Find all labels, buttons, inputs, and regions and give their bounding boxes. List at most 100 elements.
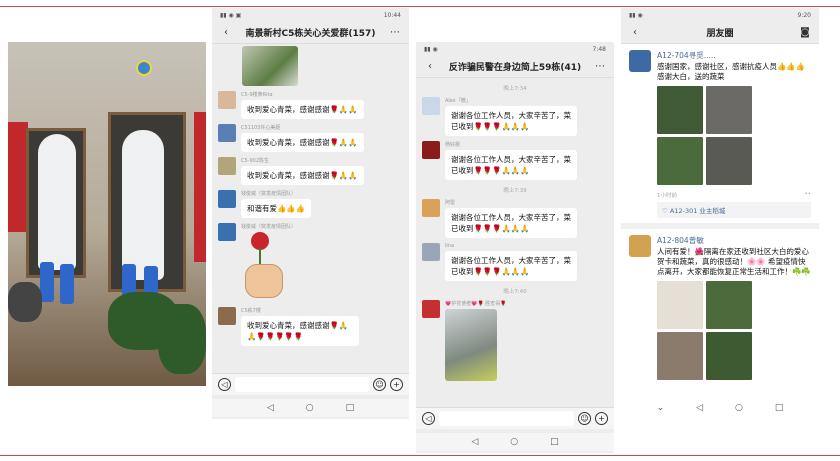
avatar[interactable] xyxy=(422,97,440,115)
camera-icon[interactable]: ◙ xyxy=(799,27,811,38)
android-nav: ⌄ ◁ ○ □ xyxy=(621,399,819,417)
message-input[interactable] xyxy=(439,411,574,426)
post-time: 1小时前 xyxy=(657,193,677,199)
photo-message[interactable] xyxy=(445,309,497,381)
nav-down-icon[interactable]: ⌄ xyxy=(657,403,665,413)
post-photo[interactable] xyxy=(657,86,703,134)
poster-name[interactable]: A12-704寻觅..... xyxy=(657,50,811,61)
sender-name: C5-9楼黄Rita xyxy=(241,92,273,98)
likes-box[interactable]: ♡ A12-301 业主稻城 xyxy=(657,202,811,218)
message-bubble[interactable]: 谢谢各位工作人员，大家辛苦了，菜已收到🌹🌹🌹🙏🙏🙏 xyxy=(445,251,577,281)
thumbs-up-icon xyxy=(245,264,283,298)
antifraud-chat-screen: ▮▮ ◉ 7:48 ‹ 反诈骗民警在身边简上59栋(41) ⋯ 晚上7:34 A… xyxy=(416,42,614,453)
avatar[interactable] xyxy=(422,141,440,159)
bottom-rule xyxy=(0,455,840,456)
emoji-icon[interactable]: ☺ xyxy=(373,378,386,391)
sender-name: C51103许心美妮 xyxy=(241,125,281,131)
message-input[interactable] xyxy=(235,377,369,392)
more-icon[interactable]: ⋯ xyxy=(594,61,606,72)
avatar[interactable] xyxy=(218,91,236,109)
back-icon[interactable]: ‹ xyxy=(424,61,436,72)
vegetable-bags xyxy=(158,304,206,374)
chat-message: C5-902陈生 收到爱心青菜，感谢感谢🌹🙏🙏 xyxy=(218,157,403,185)
avatar[interactable] xyxy=(422,199,440,217)
avatar[interactable] xyxy=(218,124,236,142)
message-bubble[interactable]: 谢谢各位工作人员，大家辛苦了，菜已收到🌹🌹🌹🙏🙏🙏 xyxy=(445,150,577,180)
post-photo[interactable] xyxy=(706,281,752,329)
post-photo[interactable] xyxy=(657,137,703,185)
post-text: 人间有爱！🌺隔离在家还收到社区大白的爱心贺卡和蔬菜，真的很感动！🌸🌸 希望疫情快… xyxy=(657,247,811,276)
post-photo xyxy=(755,281,801,329)
nav-back-icon[interactable]: ◁ xyxy=(471,437,478,447)
nav-back-icon[interactable]: ◁ xyxy=(267,403,274,413)
plus-icon[interactable]: + xyxy=(390,378,403,391)
emoji-icon[interactable]: ☺ xyxy=(578,412,591,425)
avatar[interactable] xyxy=(218,190,236,208)
poster-name[interactable]: A12-804曾敏 xyxy=(657,235,811,246)
sender-name: 💗护花使者💗🌹 胜宏哥🌹 xyxy=(445,301,507,307)
moments-title: 朋友圈 xyxy=(706,29,734,39)
status-time: 7:48 xyxy=(592,45,606,53)
nav-recent-icon[interactable]: □ xyxy=(775,403,784,413)
chat-message: 杨好晨 谢谢各位工作人员，大家辛苦了，菜已收到🌹🌹🌹🙏🙏🙏 xyxy=(422,141,608,180)
avatar[interactable] xyxy=(218,157,236,175)
avatar[interactable] xyxy=(629,50,651,72)
chat-header: ‹ 反诈骗民警在身边简上59栋(41) ⋯ xyxy=(416,56,614,78)
input-bar: ◁ ☺ + xyxy=(416,407,614,429)
post-photo[interactable] xyxy=(657,281,703,329)
voice-icon[interactable]: ◁ xyxy=(422,412,435,425)
blue-boot xyxy=(60,264,74,304)
status-time: 9:20 xyxy=(797,11,811,19)
timestamp: 晚上7:34 xyxy=(503,86,527,92)
chat-header: ‹ 南景新村C5栋关心关爱群(157) ⋯ xyxy=(212,22,409,44)
post-text: 感谢国家，感谢社区，感谢抗疫人员👍👍👍感谢大白，送的蔬菜 xyxy=(657,62,806,81)
chat-message: C5栋7楼 收到爱心青菜，感谢感谢🌹🙏🙏🌹🌹🌹🌹🌹 xyxy=(218,307,403,346)
avatar[interactable] xyxy=(422,300,440,318)
photo-grid xyxy=(657,86,811,185)
post-photo[interactable] xyxy=(706,332,752,380)
status-time: 10:44 xyxy=(383,11,401,19)
signal-icon: ▮▮ ◉ xyxy=(424,45,438,53)
timestamp: 晚上7:40 xyxy=(503,289,527,295)
nav-back-icon[interactable]: ◁ xyxy=(696,403,703,413)
input-bar: ◁ ☺ + xyxy=(212,373,409,395)
message-bubble[interactable]: 谢谢各位工作人员，大家辛苦了，菜已收到🌹🌹🌹🙏🙏🙏 xyxy=(445,208,577,238)
avatar[interactable] xyxy=(629,235,651,257)
thumbs-up-rose-sticker[interactable] xyxy=(241,232,289,302)
sender-name: C5栋7楼 xyxy=(241,308,261,314)
voice-icon[interactable]: ◁ xyxy=(218,378,231,391)
top-rule xyxy=(0,6,840,7)
post-photo[interactable] xyxy=(706,137,752,185)
message-bubble[interactable]: 收到爱心青菜，感谢感谢🌹🙏🙏 xyxy=(241,133,364,152)
message-bubble[interactable]: 和谐有爱👍👍👍 xyxy=(241,199,312,218)
sender-name: 钱俊威（突发疫情团队） xyxy=(241,224,297,230)
avatar[interactable] xyxy=(422,243,440,261)
post-photo xyxy=(755,86,801,134)
message-bubble[interactable]: 谢谢各位工作人员，大家辛苦了，菜已收到🌹🌹🌹🙏🙏🙏 xyxy=(445,106,577,136)
back-icon[interactable]: ‹ xyxy=(629,27,641,38)
moment-post: A12-704寻觅..... 感谢国家，感谢社区，感谢抗疫人员👍👍👍感谢大白，送… xyxy=(621,44,819,218)
message-bubble[interactable]: 收到爱心青菜，感谢感谢🌹🙏🙏 xyxy=(241,166,364,185)
nav-recent-icon[interactable]: □ xyxy=(550,437,559,447)
message-bubble[interactable]: 收到爱心青菜，感谢感谢🌹🙏🙏 xyxy=(241,100,364,119)
red-couplet xyxy=(194,112,206,262)
message-bubble[interactable]: 收到爱心青菜，感谢感谢🌹🙏🙏🌹🌹🌹🌹🌹 xyxy=(241,316,359,346)
avatar[interactable] xyxy=(218,307,236,325)
nav-recent-icon[interactable]: □ xyxy=(346,403,355,413)
more-icon[interactable]: ⋯ xyxy=(389,27,401,38)
nav-home-icon[interactable]: ○ xyxy=(510,437,518,447)
sender-name: 杨好晨 xyxy=(445,142,461,148)
chat-message: lina 谢谢各位工作人员，大家辛苦了，菜已收到🌹🌹🌹🙏🙏🙏 xyxy=(422,243,608,281)
comment-dots-icon[interactable]: •• xyxy=(805,191,812,199)
moments-header: ‹ 朋友圈 ◙ xyxy=(621,22,819,44)
nav-home-icon[interactable]: ○ xyxy=(306,403,314,413)
avatar[interactable] xyxy=(218,223,236,241)
post-photo[interactable] xyxy=(706,86,752,134)
moment-post: A12-804曾敏 人间有爱！🌺隔离在家还收到社区大白的爱心贺卡和蔬菜，真的很感… xyxy=(621,229,819,380)
chat-title: 南景新村C5栋关心关爱群(157) xyxy=(245,29,376,39)
post-photo[interactable] xyxy=(657,332,703,380)
vegetable-image[interactable] xyxy=(242,46,298,86)
back-icon[interactable]: ‹ xyxy=(220,27,232,38)
nav-home-icon[interactable]: ○ xyxy=(735,403,743,413)
plus-icon[interactable]: + xyxy=(595,412,608,425)
